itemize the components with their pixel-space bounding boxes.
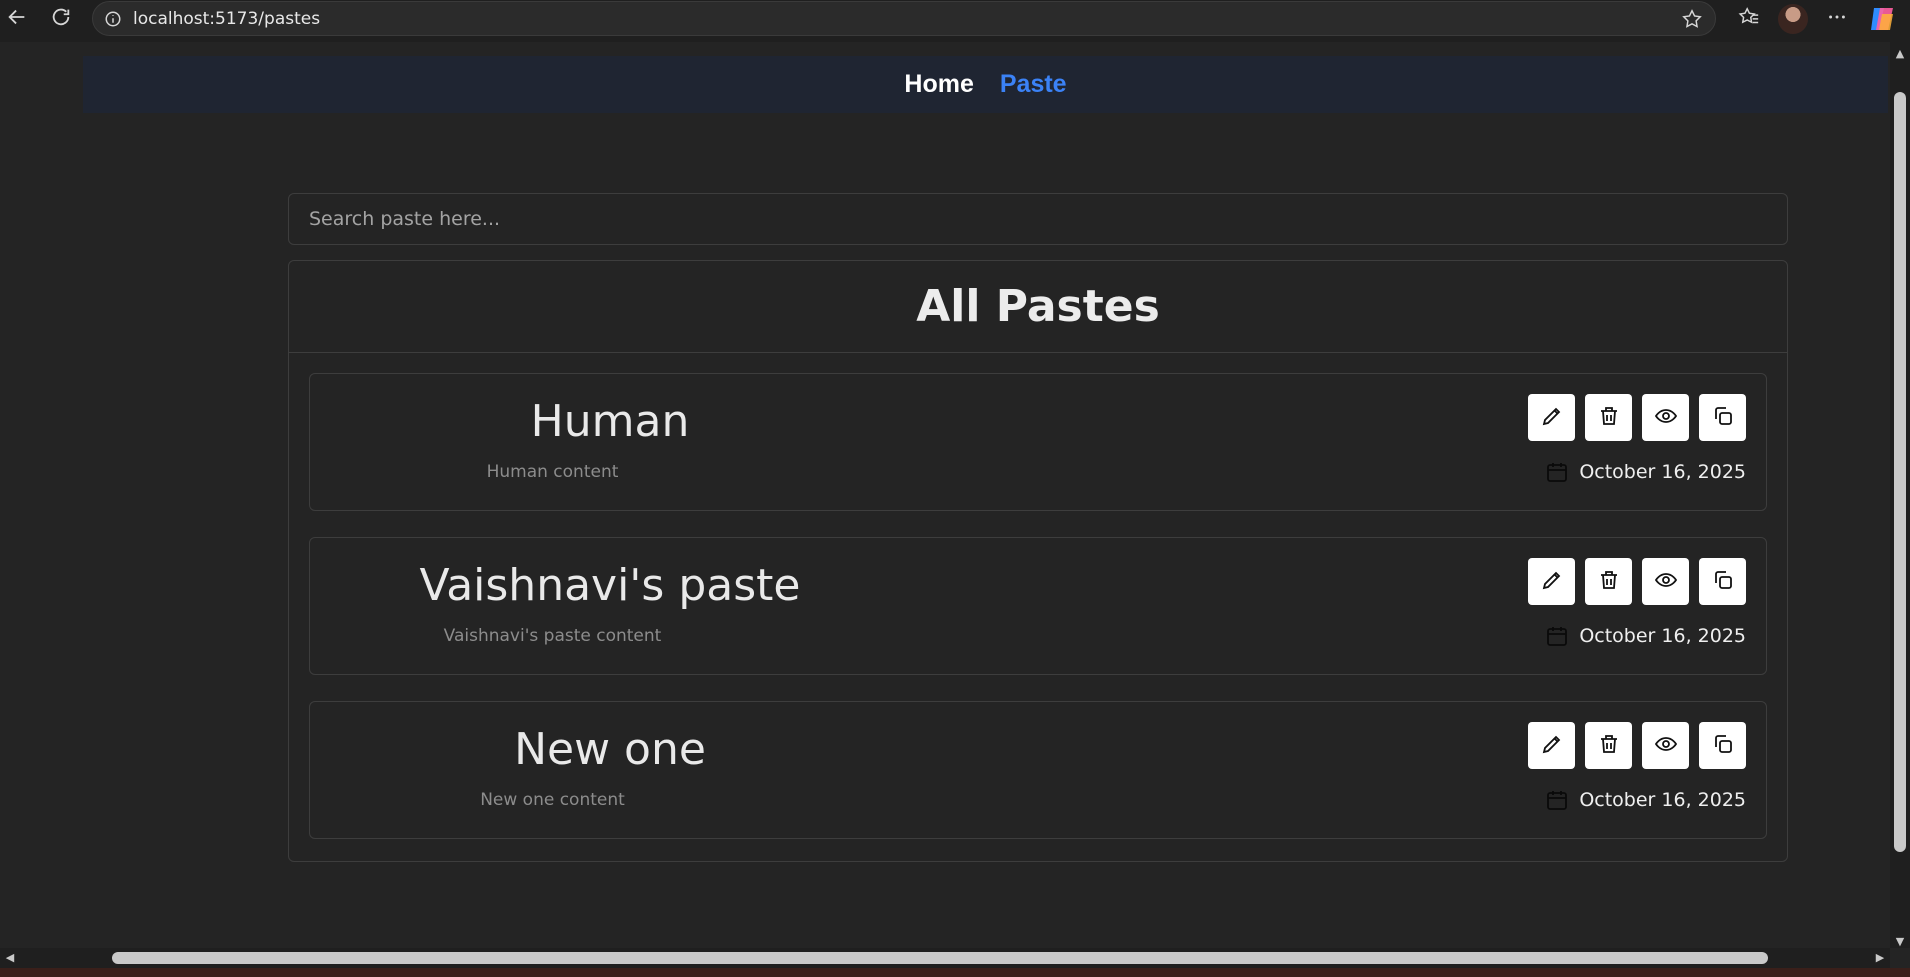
paste-text-block: New one New one content: [310, 702, 910, 838]
paste-date-row: October 16, 2025: [1545, 460, 1746, 484]
paste-title: Human: [530, 396, 690, 447]
more-icon[interactable]: [1820, 0, 1854, 34]
reload-icon[interactable]: [44, 0, 78, 34]
view-button[interactable]: [1642, 394, 1689, 441]
paste-actions: [1528, 722, 1746, 769]
eye-icon: [1654, 404, 1678, 431]
calendar-icon: [1545, 460, 1569, 484]
trash-icon: [1597, 732, 1621, 759]
paste-text-block: Vaishnavi's paste Vaishnavi's paste cont…: [310, 538, 910, 674]
trash-icon: [1597, 568, 1621, 595]
view-button[interactable]: [1642, 558, 1689, 605]
nav-paste-link[interactable]: Paste: [1000, 70, 1067, 99]
edit-button[interactable]: [1528, 394, 1575, 441]
paste-date: October 16, 2025: [1579, 789, 1746, 811]
eye-icon: [1654, 568, 1678, 595]
trash-icon: [1597, 404, 1621, 431]
scroll-left-icon[interactable]: ◀: [4, 952, 16, 964]
paste-text-block: Human Human content: [310, 374, 910, 510]
delete-button[interactable]: [1585, 722, 1632, 769]
paste-date-row: October 16, 2025: [1545, 624, 1746, 648]
paste-card: Vaishnavi's paste Vaishnavi's paste cont…: [309, 537, 1767, 675]
view-button[interactable]: [1642, 722, 1689, 769]
vertical-scroll-thumb[interactable]: [1894, 92, 1906, 852]
all-pastes-panel: All Pastes Human Human content October 1…: [288, 260, 1788, 862]
page-title: All Pastes: [916, 281, 1160, 332]
calendar-icon: [1545, 788, 1569, 812]
pencil-icon: [1540, 732, 1564, 759]
paste-card: New one New one content October 16, 2025: [309, 701, 1767, 839]
paste-card: Human Human content October 16, 2025: [309, 373, 1767, 511]
profile-avatar[interactable]: [1778, 4, 1808, 34]
info-icon[interactable]: [103, 9, 123, 29]
search-input[interactable]: [288, 193, 1788, 245]
copy-button[interactable]: [1699, 394, 1746, 441]
paste-actions: [1528, 558, 1746, 605]
scroll-down-icon[interactable]: ▼: [1894, 936, 1906, 948]
horizontal-scroll-thumb[interactable]: [112, 952, 1768, 964]
paste-date: October 16, 2025: [1579, 625, 1746, 647]
vertical-scrollbar[interactable]: ▲ ▼: [1890, 42, 1910, 948]
address-bar[interactable]: localhost:5173/pastes: [92, 1, 1716, 36]
delete-button[interactable]: [1585, 558, 1632, 605]
page: Home Paste All Pastes Human Human conten…: [0, 42, 1890, 948]
pencil-icon: [1540, 404, 1564, 431]
pencil-icon: [1540, 568, 1564, 595]
paste-title: New one: [514, 724, 706, 775]
horizontal-scrollbar[interactable]: ◀ ▶: [0, 948, 1890, 968]
copilot-icon[interactable]: [1867, 4, 1897, 34]
paste-title: Vaishnavi's paste: [419, 560, 801, 611]
edit-button[interactable]: [1528, 558, 1575, 605]
scroll-up-icon[interactable]: ▲: [1894, 48, 1906, 60]
eye-icon: [1654, 732, 1678, 759]
favorites-icon[interactable]: [1732, 0, 1766, 34]
copy-icon: [1711, 568, 1735, 595]
url-text: localhost:5173/pastes: [133, 8, 321, 29]
paste-actions: [1528, 394, 1746, 441]
paste-content: Vaishnavi's paste content: [443, 626, 662, 646]
copy-icon: [1711, 404, 1735, 431]
edit-button[interactable]: [1528, 722, 1575, 769]
delete-button[interactable]: [1585, 394, 1632, 441]
paste-date-row: October 16, 2025: [1545, 788, 1746, 812]
top-navbar: Home Paste: [83, 56, 1888, 113]
paste-content: Human content: [486, 462, 619, 482]
panel-header: All Pastes: [289, 261, 1787, 353]
paste-date: October 16, 2025: [1579, 461, 1746, 483]
star-icon[interactable]: [1681, 8, 1703, 34]
copy-button[interactable]: [1699, 558, 1746, 605]
nav-home-link[interactable]: Home: [904, 70, 973, 99]
scroll-right-icon[interactable]: ▶: [1874, 952, 1886, 964]
back-arrow-icon[interactable]: [0, 0, 34, 34]
copy-icon: [1711, 732, 1735, 759]
taskbar-edge: [0, 968, 1910, 977]
copy-button[interactable]: [1699, 722, 1746, 769]
paste-content: New one content: [480, 790, 625, 810]
browser-toolbar: localhost:5173/pastes: [0, 0, 1910, 42]
calendar-icon: [1545, 624, 1569, 648]
